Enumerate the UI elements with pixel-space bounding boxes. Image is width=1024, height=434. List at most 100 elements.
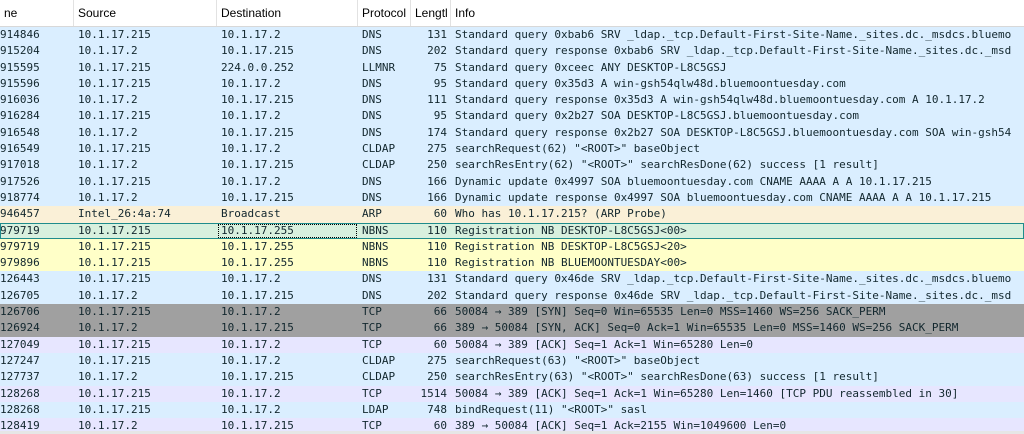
packet-row[interactable]: 127247 10.1.17.215 10.1.17.2 CLDAP 275 search… (0, 352, 1024, 370)
packet-number: 126706 (0, 305, 40, 319)
packet-length: 131 (427, 272, 447, 286)
column-header-no[interactable]: ne (0, 0, 74, 26)
packet-destination: 10.1.17.2 (221, 353, 281, 367)
packet-info: Standard query response 0x46de SRV _ldap… (455, 288, 1012, 302)
packet-row[interactable]: 916036 10.1.17.2 10.1.17.215 DNS 111 Standard… (0, 92, 1024, 109)
packet-row[interactable]: 126706 10.1.17.215 10.1.17.2 TCP 66 50084 → 3… (0, 304, 1024, 321)
packet-protocol: DNS (362, 288, 382, 302)
packet-row[interactable]: 914846 10.1.17.215 10.1.17.2 DNS 131 Standard… (0, 27, 1024, 44)
packet-source: 10.1.17.215 (78, 386, 151, 400)
packet-source: 10.1.17.2 (78, 44, 138, 58)
column-header-info[interactable]: Info (451, 0, 1024, 26)
packet-destination: 10.1.17.215 (221, 190, 294, 204)
packet-number: 126924 (0, 321, 40, 335)
packet-length: 60 (433, 337, 447, 351)
packet-info: Standard query 0x46de SRV _ldap._tcp.Def… (455, 272, 1012, 286)
packet-length: 202 (427, 288, 447, 302)
packet-row[interactable]: 126924 10.1.17.2 10.1.17.215 TCP 66 389 → 500… (0, 320, 1024, 337)
packet-length: 166 (427, 174, 447, 188)
packet-info: Standard query 0x2b27 SOA DESKTOP-L8C5GS… (455, 109, 859, 123)
packet-source: 10.1.17.2 (78, 288, 138, 302)
packet-info: Who has 10.1.17.215? (ARP Probe) (455, 207, 667, 221)
packet-row[interactable]: 979719 10.1.17.215 10.1.17.255 NBNS 110 Regis… (0, 222, 1024, 239)
packet-length: 166 (427, 190, 447, 204)
packet-row[interactable]: 915595 10.1.17.215 224.0.0.252 LLMNR 75 Stand… (0, 59, 1024, 76)
packet-row[interactable]: 126705 10.1.17.2 10.1.17.215 DNS 202 Standard… (0, 287, 1024, 305)
packet-destination: 10.1.17.2 (221, 174, 281, 188)
packet-row[interactable]: 917526 10.1.17.215 10.1.17.2 DNS 166 Dynamic … (0, 173, 1024, 190)
packet-length: 110 (427, 256, 447, 270)
packet-protocol: CLDAP (362, 370, 396, 384)
packet-number: 917018 (0, 158, 40, 172)
packet-row[interactable]: 946457 Intel_26:4a:74 Broadcast ARP 60 Who ha… (0, 206, 1024, 223)
packet-number: 917526 (0, 174, 40, 188)
packet-number: 127247 (0, 353, 40, 367)
packet-protocol: DNS (362, 190, 382, 204)
packet-protocol: LLMNR (362, 60, 396, 74)
packet-destination: 10.1.17.215 (221, 288, 294, 302)
packet-row[interactable]: 916549 10.1.17.215 10.1.17.2 CLDAP 275 search… (0, 141, 1024, 158)
column-header-length[interactable]: Lengtl (411, 0, 451, 26)
packet-number: 979896 (0, 256, 40, 270)
packet-protocol: DNS (362, 109, 382, 123)
packet-destination: 224.0.0.252 (221, 60, 294, 74)
packet-source: 10.1.17.215 (78, 272, 151, 286)
packet-destination: 10.1.17.2 (221, 337, 281, 351)
packet-row[interactable]: 916284 10.1.17.215 10.1.17.2 DNS 95 Standard … (0, 108, 1024, 125)
column-header-destination[interactable]: Destination (217, 0, 358, 26)
packet-destination: 10.1.17.215 (221, 44, 294, 58)
column-header-protocol[interactable]: Protocol (358, 0, 411, 26)
packet-source: 10.1.17.2 (78, 158, 138, 172)
packet-info: 50084 → 389 [ACK] Seq=1 Ack=1 Win=65280 … (455, 337, 754, 351)
packet-destination: Broadcast (221, 207, 281, 221)
packet-row[interactable]: 918774 10.1.17.2 10.1.17.215 DNS 166 Dynamic … (0, 189, 1024, 207)
packet-row[interactable]: 128268 10.1.17.215 10.1.17.2 LDAP 748 bindReq… (0, 401, 1024, 419)
packet-destination: 10.1.17.215 (221, 158, 294, 172)
packet-protocol: DNS (362, 76, 382, 90)
packet-protocol: NBNS (362, 223, 389, 237)
packet-row[interactable]: 127737 10.1.17.2 10.1.17.215 CLDAP 250 search… (0, 369, 1024, 386)
packet-row[interactable]: 126443 10.1.17.215 10.1.17.2 DNS 131 Standard… (0, 271, 1024, 288)
packet-destination: 10.1.17.215 (221, 370, 294, 384)
packet-length: 60 (433, 207, 447, 221)
packet-source: 10.1.17.215 (78, 60, 151, 74)
packet-length: 111 (427, 93, 447, 107)
packet-number: 916549 (0, 142, 40, 156)
packet-protocol: DNS (362, 125, 382, 139)
packet-length: 110 (427, 239, 447, 253)
packet-row[interactable]: 916548 10.1.17.2 10.1.17.215 DNS 174 Standard… (0, 124, 1024, 142)
packet-protocol: TCP (362, 386, 382, 400)
packet-source: 10.1.17.215 (78, 353, 151, 367)
packet-length: 174 (427, 125, 447, 139)
packet-number: 128268 (0, 402, 40, 416)
packet-row[interactable]: 979719 10.1.17.215 10.1.17.255 NBNS 110 Regis… (0, 238, 1024, 256)
packet-list[interactable]: ne Source Destination Protocol Lengtl In… (0, 0, 1024, 434)
packet-info: Registration NB DESKTOP-L8C5GSJ<20> (455, 239, 687, 253)
packet-source: 10.1.17.215 (78, 109, 151, 123)
packet-row[interactable]: 917018 10.1.17.2 10.1.17.215 CLDAP 250 search… (0, 157, 1024, 174)
packet-length: 95 (433, 76, 447, 90)
packet-number: 126705 (0, 288, 40, 302)
packet-number: 915595 (0, 60, 40, 74)
packet-row[interactable]: 127049 10.1.17.215 10.1.17.2 TCP 60 50084 → 3… (0, 336, 1024, 353)
packet-info: Registration NB BLUEMOONTUESDAY<00> (455, 256, 687, 270)
packet-info: Dynamic update 0x4997 SOA bluemoontuesda… (455, 174, 932, 188)
packet-info: Registration NB DESKTOP-L8C5GSJ<00> (455, 223, 687, 237)
packet-info: bindRequest(11) "<ROOT>" sasl (455, 402, 648, 416)
packet-protocol: DNS (362, 272, 382, 286)
packet-row[interactable]: 979896 10.1.17.215 10.1.17.255 NBNS 110 Regis… (0, 255, 1024, 272)
packet-source: 10.1.17.215 (78, 256, 151, 270)
packet-row[interactable]: 915204 10.1.17.2 10.1.17.215 DNS 202 Standard… (0, 43, 1024, 60)
packet-row[interactable]: 915596 10.1.17.215 10.1.17.2 DNS 95 Standard … (0, 75, 1024, 93)
packet-info: Standard query response 0x2b27 SOA DESKT… (455, 125, 1012, 139)
packet-number: 127737 (0, 370, 40, 384)
packet-source: Intel_26:4a:74 (78, 207, 171, 221)
column-header-source[interactable]: Source (74, 0, 217, 26)
packet-length: 75 (433, 60, 447, 74)
packet-length: 202 (427, 44, 447, 58)
packet-destination: 10.1.17.2 (221, 386, 281, 400)
packet-protocol: NBNS (362, 239, 389, 253)
packet-destination: 10.1.17.255 (221, 239, 294, 253)
packet-row[interactable]: 128268 10.1.17.215 10.1.17.2 TCP 1514 50084 →… (0, 385, 1024, 402)
packet-number: 915596 (0, 76, 40, 90)
